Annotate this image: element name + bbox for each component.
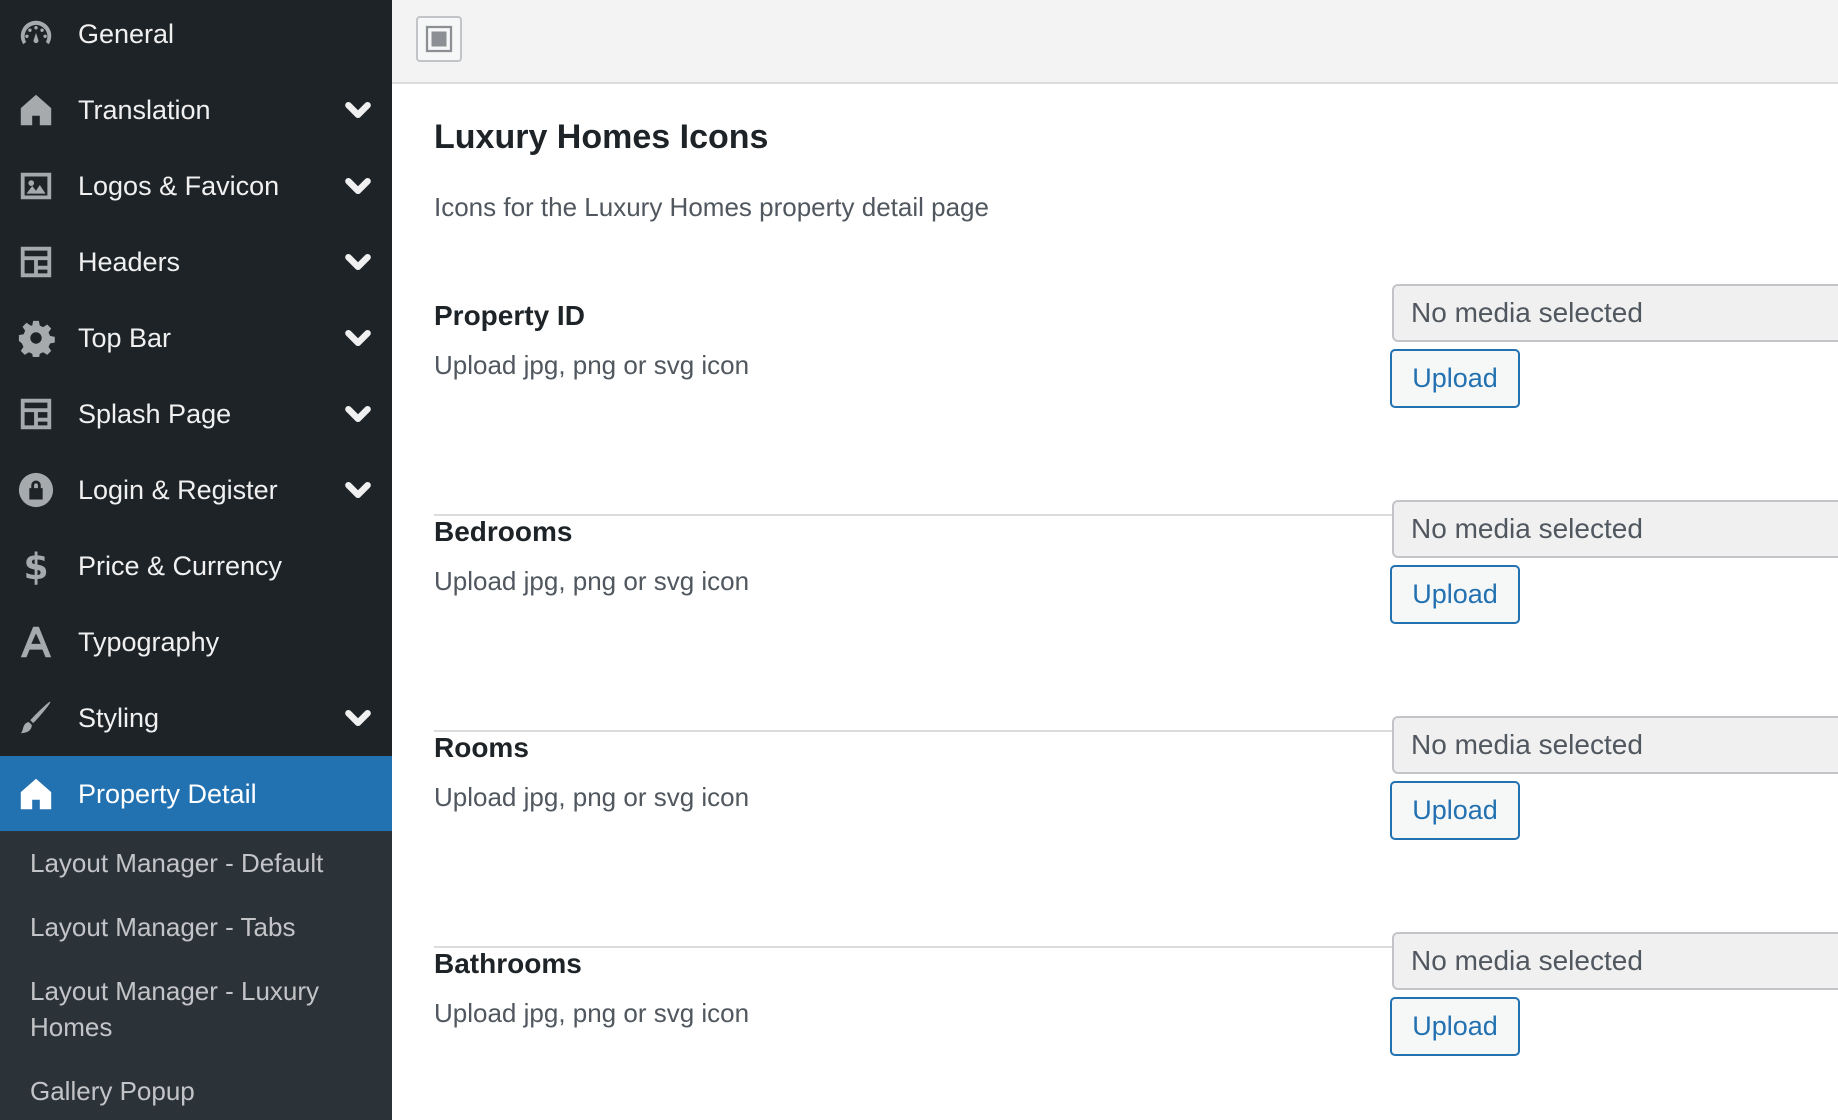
submenu-item-layout-luxury-homes[interactable]: Layout Manager - Luxury Homes	[30, 973, 370, 1045]
dollar-icon: $	[17, 547, 55, 585]
field-help: Upload jpg, png or svg icon	[434, 782, 750, 812]
sidebar-item-styling[interactable]: Styling	[0, 680, 392, 756]
home-icon	[17, 91, 55, 129]
submenu-item-layout-default[interactable]: Layout Manager - Default	[30, 845, 370, 881]
media-field[interactable]: No media selected	[1392, 500, 1838, 558]
top-toolbar	[392, 0, 1838, 84]
media-field[interactable]: No media selected	[1392, 716, 1838, 774]
sidebar-item-label: Headers	[78, 246, 181, 277]
upload-button[interactable]: Upload	[1390, 349, 1520, 408]
layout-icon	[17, 395, 55, 433]
field-help: Upload jpg, png or svg icon	[434, 998, 750, 1028]
font-icon	[17, 623, 55, 661]
chevron-down-icon[interactable]	[342, 246, 374, 278]
chevron-down-icon[interactable]	[342, 398, 374, 430]
upload-button[interactable]: Upload	[1390, 565, 1520, 624]
field-row-bedrooms: Bedrooms Upload jpg, png or svg icon No …	[434, 500, 1838, 732]
svg-text:$: $	[23, 547, 48, 585]
field-title: Property ID	[434, 300, 585, 331]
field-title: Rooms	[434, 732, 529, 763]
layout-toggle-icon	[425, 25, 453, 53]
sidebar-item-label: Property Detail	[78, 778, 257, 809]
chevron-down-icon[interactable]	[342, 94, 374, 126]
field-help: Upload jpg, png or svg icon	[434, 566, 750, 596]
page-title: Luxury Homes Icons	[434, 118, 769, 156]
field-row-bathrooms: Bathrooms Upload jpg, png or svg icon No…	[434, 932, 1838, 1120]
layout-toggle-button[interactable]	[416, 16, 462, 62]
field-help: Upload jpg, png or svg icon	[434, 350, 750, 380]
lock-icon	[17, 471, 55, 509]
field-row-property-id: Property ID Upload jpg, png or svg icon …	[434, 284, 1838, 516]
media-field[interactable]: No media selected	[1392, 284, 1838, 342]
sidebar-item-typography[interactable]: Typography	[0, 604, 392, 680]
sidebar-item-login-register[interactable]: Login & Register	[0, 452, 392, 528]
submenu-item-gallery-popup[interactable]: Gallery Popup	[30, 1073, 370, 1109]
sidebar-item-general[interactable]: General	[0, 0, 392, 72]
property-detail-submenu: Layout Manager - Default Layout Manager …	[0, 831, 392, 1120]
sidebar-item-splash-page[interactable]: Splash Page	[0, 376, 392, 452]
chevron-down-icon[interactable]	[342, 702, 374, 734]
sidebar-item-label: Login & Register	[78, 474, 278, 505]
sidebar-item-translation[interactable]: Translation	[0, 72, 392, 148]
sidebar-item-label: Styling	[78, 702, 160, 733]
sidebar-item-label: Splash Page	[78, 398, 232, 429]
sidebar-item-label: General	[78, 18, 175, 49]
layout-icon	[17, 243, 55, 281]
chevron-down-icon[interactable]	[342, 474, 374, 506]
dashboard-icon	[17, 15, 55, 53]
upload-button[interactable]: Upload	[1390, 997, 1520, 1056]
chevron-down-icon[interactable]	[342, 170, 374, 202]
gear-icon	[17, 319, 55, 357]
sidebar-item-label: Translation	[78, 94, 211, 125]
main-content: Luxury Homes Icons Icons for the Luxury …	[392, 86, 1838, 1120]
submenu-item-layout-tabs[interactable]: Layout Manager - Tabs	[30, 909, 370, 945]
sidebar-item-logos-favicon[interactable]: Logos & Favicon	[0, 148, 392, 224]
sidebar-item-property-detail[interactable]: Property Detail	[0, 756, 392, 832]
home-icon	[17, 775, 55, 813]
sidebar-item-label: Logos & Favicon	[78, 170, 280, 201]
sidebar-item-label: Typography	[78, 626, 220, 657]
sidebar-item-price-currency[interactable]: $ Price & Currency	[0, 528, 392, 604]
sidebar-item-top-bar[interactable]: Top Bar	[0, 300, 392, 376]
brush-icon	[17, 699, 55, 737]
chevron-down-icon[interactable]	[342, 322, 374, 354]
sidebar: General Translation Logos & Favicon Head…	[0, 0, 392, 1120]
field-row-rooms: Rooms Upload jpg, png or svg icon No med…	[434, 716, 1838, 948]
sidebar-item-label: Price & Currency	[78, 550, 283, 581]
page-description: Icons for the Luxury Homes property deta…	[434, 192, 989, 222]
field-title: Bedrooms	[434, 516, 573, 547]
upload-button[interactable]: Upload	[1390, 781, 1520, 840]
field-title: Bathrooms	[434, 948, 582, 979]
sidebar-item-headers[interactable]: Headers	[0, 224, 392, 300]
image-icon	[17, 167, 55, 205]
media-field[interactable]: No media selected	[1392, 932, 1838, 990]
sidebar-item-label: Top Bar	[78, 322, 172, 353]
